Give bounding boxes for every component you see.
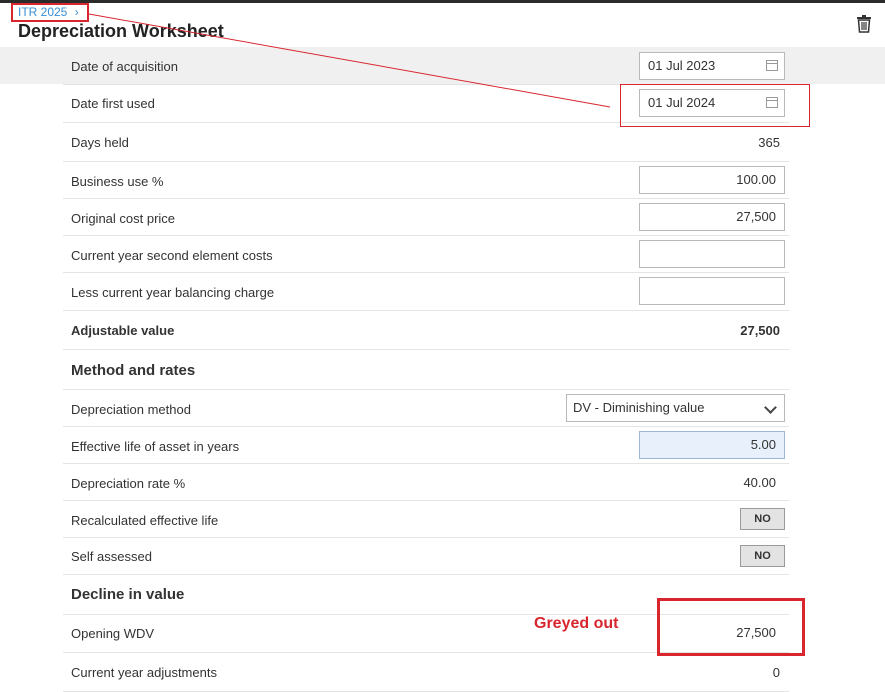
annotation-arrow-line — [88, 13, 611, 108]
annotation-box-opening-wdv — [657, 598, 805, 656]
annotation-label: Greyed out — [534, 615, 619, 632]
